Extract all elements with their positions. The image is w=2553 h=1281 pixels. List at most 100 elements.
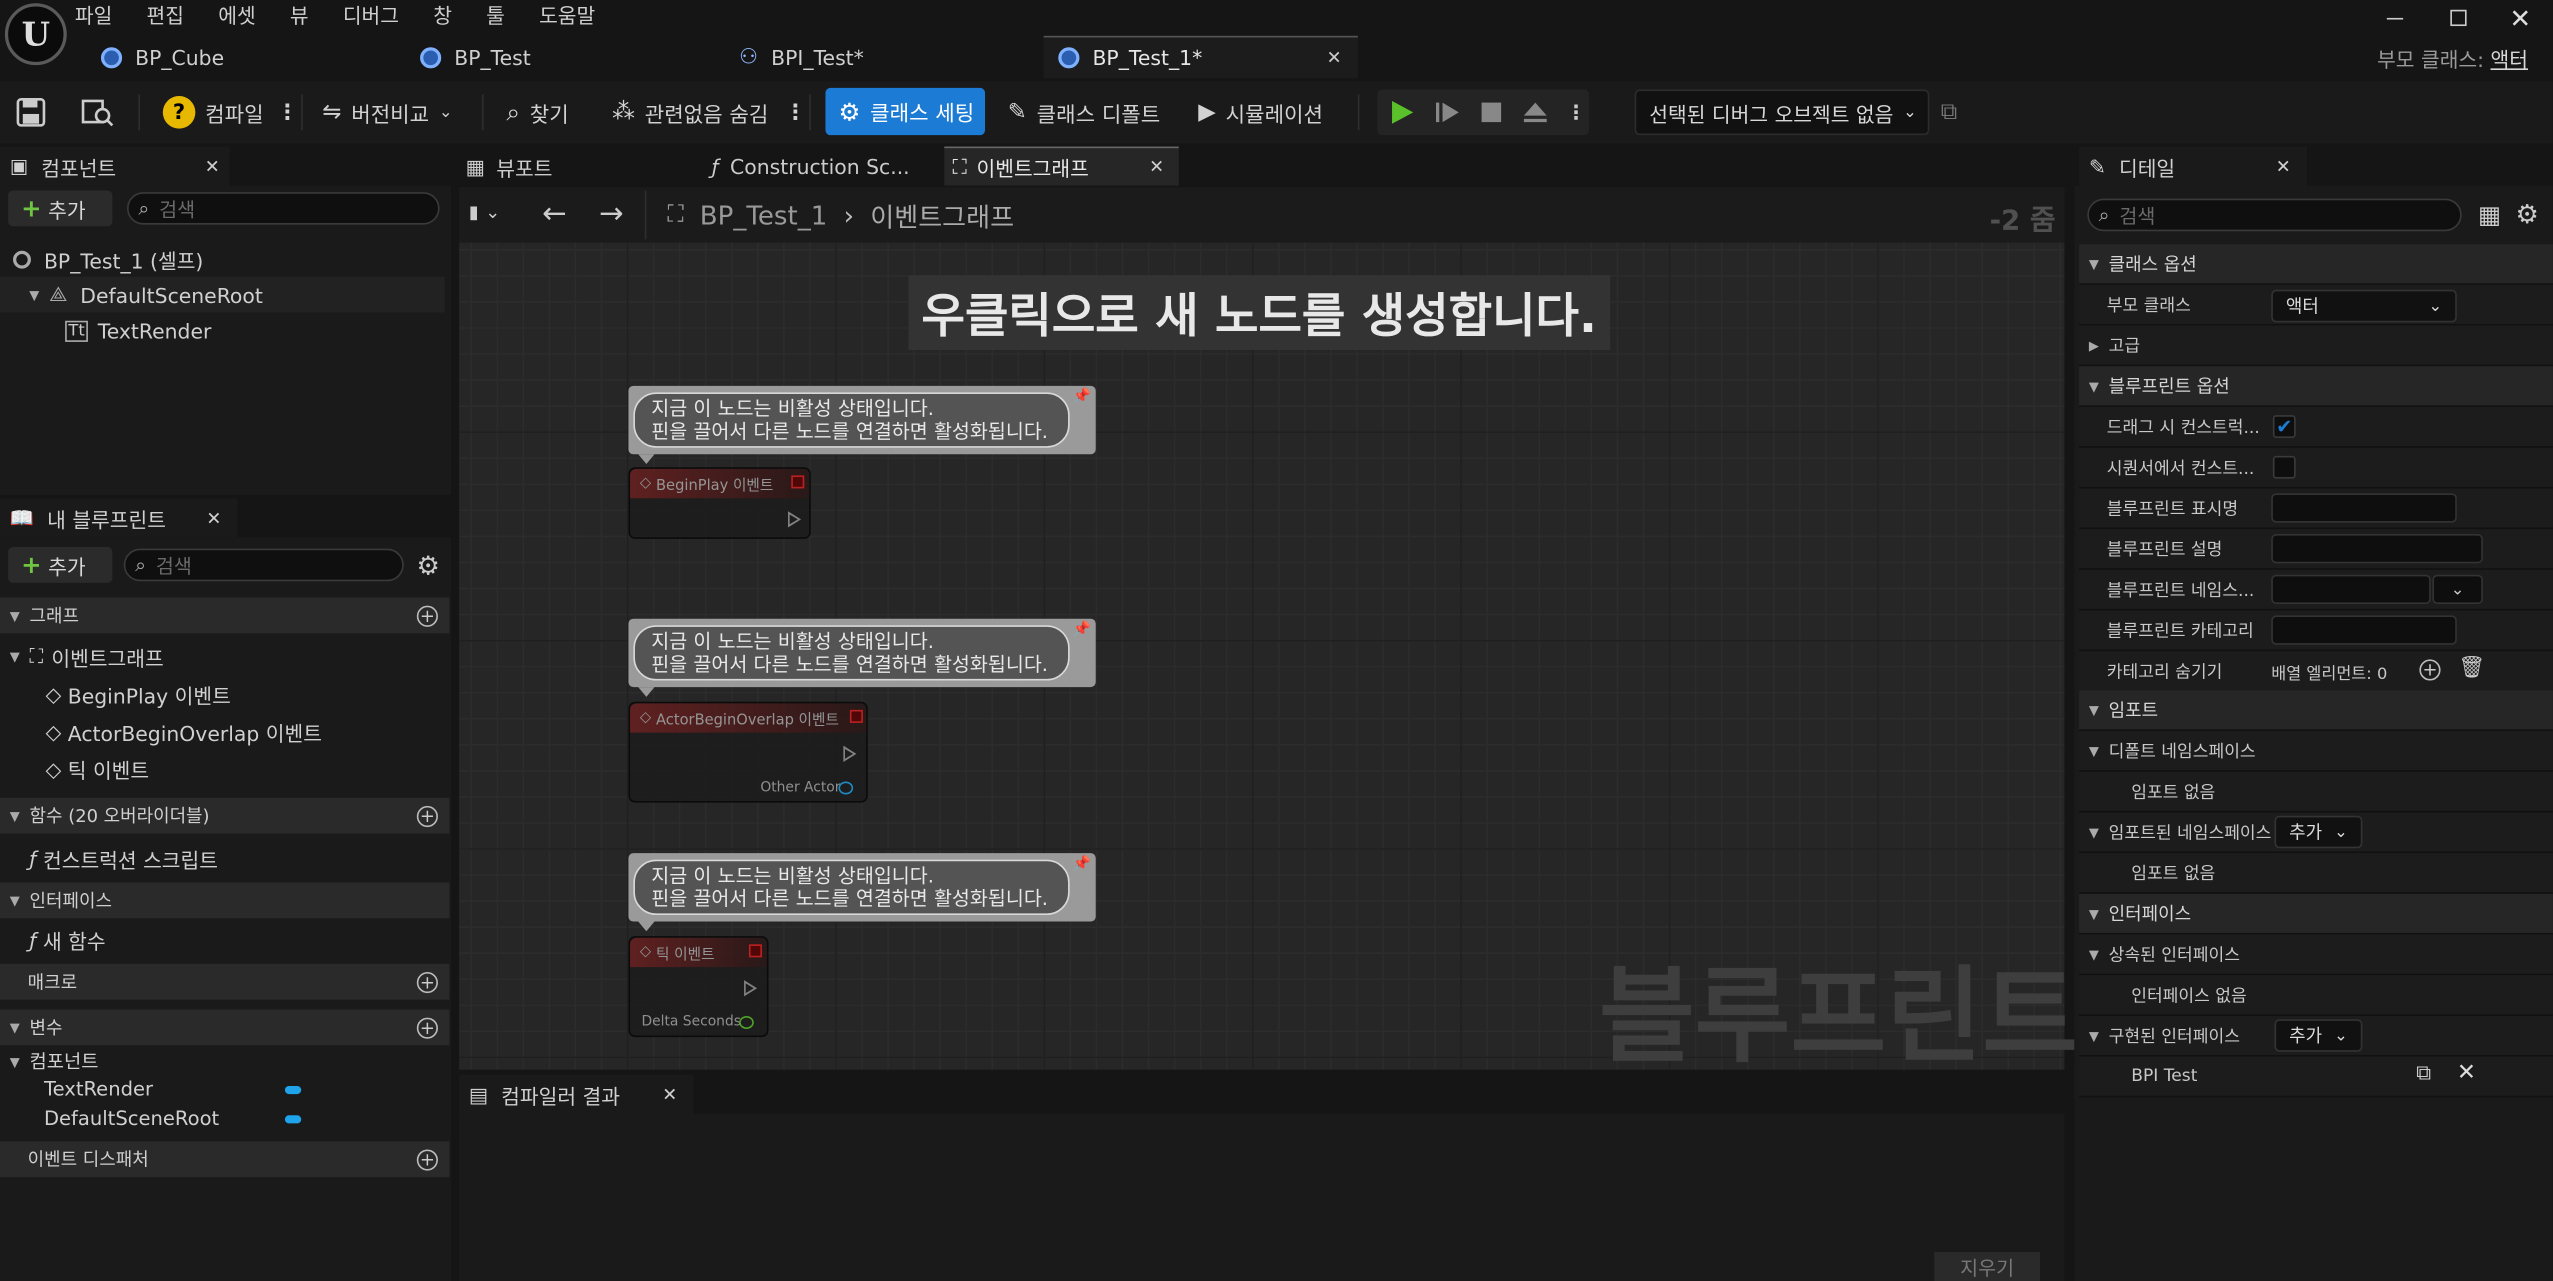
exec-out-pin[interactable] bbox=[788, 511, 802, 528]
section-interfaces[interactable]: ▼ 인터페이스 bbox=[0, 882, 450, 919]
browse-interface-icon[interactable]: ⧉ bbox=[2416, 1062, 2431, 1086]
variable-item-textrender[interactable]: TextRender bbox=[44, 1076, 153, 1102]
components-search-input[interactable]: ⌕ 검색 bbox=[126, 192, 440, 225]
unreal-logo-icon[interactable]: U bbox=[4, 3, 67, 66]
section-graphs[interactable]: ▼ 그래프 bbox=[0, 597, 450, 634]
close-panel-icon[interactable]: ✕ bbox=[662, 1084, 677, 1105]
add-graph-icon[interactable]: + bbox=[416, 605, 438, 627]
sequencer-construct-checkbox[interactable] bbox=[2272, 455, 2296, 479]
new-function-item[interactable]: ƒ 새 함수 bbox=[29, 925, 105, 954]
variable-category-components[interactable]: ▼ 컴포넌트 bbox=[10, 1049, 99, 1075]
parent-class-combo[interactable]: 액터 ⌄ bbox=[2271, 289, 2457, 323]
category-input[interactable] bbox=[2271, 615, 2457, 645]
close-panel-icon[interactable]: ✕ bbox=[2276, 155, 2291, 176]
section-functions[interactable]: ▼ 함수 (20 오버라이더블) bbox=[0, 797, 450, 834]
back-arrow-icon[interactable]: ← bbox=[542, 197, 567, 231]
browse-button[interactable] bbox=[81, 91, 114, 133]
menu-asset[interactable]: 에셋 bbox=[218, 0, 255, 28]
parent-class-link[interactable]: 액터 bbox=[2491, 42, 2528, 73]
bookmark-button[interactable]: ▮ ⌄ bbox=[469, 202, 500, 223]
remove-interface-icon[interactable]: ✕ bbox=[2457, 1060, 2476, 1086]
event-graph-item[interactable]: ▼ ⛶ 이벤트그래프 bbox=[10, 641, 164, 670]
namespace-input[interactable] bbox=[2271, 574, 2431, 605]
section-dispatchers[interactable]: 이벤트 디스패처 bbox=[0, 1141, 450, 1178]
drag-construct-checkbox[interactable]: ✔ bbox=[2272, 415, 2296, 438]
breadcrumb-blueprint[interactable]: BP_Test_1 bbox=[700, 199, 828, 230]
default-namespace-row[interactable]: ▼ 디폴트 네임스페이스 bbox=[2079, 731, 2553, 772]
delegate-pin[interactable] bbox=[748, 944, 762, 958]
compile-button[interactable]: ? 컴파일 bbox=[162, 91, 264, 133]
settings-gear-icon[interactable]: ⚙ bbox=[2515, 199, 2538, 230]
breadcrumb-graph[interactable]: 이벤트그래프 bbox=[870, 195, 1014, 234]
details-section-advanced[interactable]: ▶ 고급 bbox=[2079, 325, 2553, 367]
close-tab-icon[interactable]: ✕ bbox=[1149, 156, 1164, 177]
add-macro-icon[interactable]: + bbox=[416, 971, 438, 994]
section-macros[interactable]: 매크로 bbox=[0, 963, 450, 1000]
component-self[interactable]: BP_Test_1 (셀프) bbox=[13, 244, 203, 273]
class-settings-button[interactable]: ⚙ 클래스 세팅 bbox=[825, 87, 986, 136]
delegate-pin[interactable] bbox=[791, 475, 805, 489]
float-pin[interactable] bbox=[739, 1015, 754, 1029]
construction-script-item[interactable]: ƒ 컨스트럭션 스크립트 bbox=[29, 843, 218, 872]
event-node-beginplay[interactable]: ◇ BeginPlay 이벤트 bbox=[628, 467, 811, 539]
step-icon[interactable] bbox=[1433, 98, 1462, 127]
tab-viewport[interactable]: ▦ 뷰포트 bbox=[466, 150, 553, 183]
compile-options-button[interactable]: ⋮ bbox=[277, 91, 298, 133]
add-member-button[interactable]: + 추가 bbox=[8, 547, 113, 583]
menu-view[interactable]: 뷰 bbox=[290, 0, 309, 28]
namespace-dropdown[interactable]: ⌄ bbox=[2432, 574, 2483, 605]
pin-icon[interactable]: 📌 bbox=[1073, 622, 1091, 638]
add-dispatcher-icon[interactable]: + bbox=[416, 1149, 438, 1171]
save-button[interactable] bbox=[16, 91, 46, 133]
hide-unrelated-button[interactable]: ⁂ 관련없음 숨김 bbox=[612, 91, 768, 133]
exec-out-pin[interactable] bbox=[744, 980, 758, 997]
details-section-bp-options[interactable]: ▼ 블루프린트 옵션 bbox=[2079, 366, 2553, 408]
component-text-render[interactable]: Tt TextRender bbox=[65, 316, 211, 345]
close-panel-icon[interactable]: ✕ bbox=[205, 155, 220, 176]
tab-bp-test-1[interactable]: BP_Test_1* ✕ bbox=[1043, 35, 1358, 79]
tab-bp-test[interactable]: BP_Test bbox=[420, 39, 531, 75]
menu-edit[interactable]: 편집 bbox=[147, 0, 184, 28]
debug-find-button[interactable]: ⧉ bbox=[1941, 91, 1957, 133]
find-button[interactable]: ⌕ 찾기 bbox=[506, 91, 568, 133]
close-panel-icon[interactable]: ✕ bbox=[206, 507, 221, 528]
tab-construction-script[interactable]: ƒ Construction Sc... bbox=[711, 150, 909, 183]
expand-arrow-icon[interactable]: ▼ bbox=[29, 287, 39, 302]
debug-object-dropdown[interactable]: 선택된 디버그 오브젝트 없음 ⌄ bbox=[1634, 89, 1930, 136]
add-import-button[interactable]: 추가 ⌄ bbox=[2274, 815, 2363, 849]
add-interface-button[interactable]: 추가 ⌄ bbox=[2274, 1019, 2363, 1052]
class-defaults-button[interactable]: ✎ 클래스 디폴트 bbox=[1008, 91, 1160, 133]
details-section-class-options[interactable]: ▼ 클래스 옵션 bbox=[2079, 244, 2553, 285]
display-name-input[interactable] bbox=[2271, 493, 2457, 523]
forward-arrow-icon[interactable]: → bbox=[599, 197, 624, 231]
minimize-icon[interactable] bbox=[2386, 17, 2404, 20]
details-section-imports[interactable]: ▼ 임포트 bbox=[2079, 690, 2553, 732]
event-node-actorbeginoverlap[interactable]: ◇ ActorBeginOverlap 이벤트 Other Actor bbox=[628, 701, 868, 803]
tab-bp-cube[interactable]: BP_Cube bbox=[100, 39, 224, 75]
inherited-interfaces-row[interactable]: ▼ 상속된 인터페이스 bbox=[2079, 934, 2553, 976]
clear-button[interactable]: 지우기 bbox=[1934, 1252, 2041, 1281]
settings-gear-icon[interactable]: ⚙ bbox=[414, 549, 443, 582]
close-tab-icon[interactable]: ✕ bbox=[1327, 47, 1342, 68]
find-options-button[interactable]: ⋮ bbox=[785, 91, 806, 133]
menu-tools[interactable]: 툴 bbox=[486, 0, 505, 28]
tab-event-graph[interactable]: ⛶ 이벤트그래프 ✕ bbox=[944, 146, 1179, 186]
menu-file[interactable]: 파일 bbox=[75, 0, 112, 28]
add-component-button[interactable]: + 추가 bbox=[8, 190, 113, 227]
diff-button[interactable]: ⇋ 버전비교 ⌄ bbox=[322, 91, 452, 133]
event-item-actorbeginoverlap[interactable]: ◇ ActorBeginOverlap 이벤트 bbox=[46, 716, 322, 745]
trash-icon[interactable]: 🗑 bbox=[2458, 656, 2485, 680]
description-input[interactable] bbox=[2271, 534, 2483, 564]
close-window-icon[interactable]: ✕ bbox=[2507, 2, 2533, 33]
play-options-button[interactable]: ⋮ bbox=[1566, 101, 1586, 124]
my-blueprint-search-input[interactable]: ⌕ 검색 bbox=[123, 548, 404, 582]
menu-help[interactable]: 도움말 bbox=[539, 0, 595, 28]
event-item-tick[interactable]: ◇ 틱 이벤트 bbox=[46, 754, 150, 783]
component-default-scene-root[interactable]: ▼ ⟁ DefaultSceneRoot bbox=[29, 280, 263, 309]
event-item-beginplay[interactable]: ◇ BeginPlay 이벤트 bbox=[46, 679, 231, 708]
add-element-icon[interactable]: + bbox=[2419, 659, 2441, 681]
play-icon[interactable] bbox=[1387, 98, 1416, 127]
restore-icon[interactable] bbox=[2450, 9, 2467, 27]
tab-bpi-test[interactable]: ⚇ BPI_Test* bbox=[739, 39, 864, 75]
details-section-interfaces[interactable]: ▼ 인터페이스 bbox=[2079, 893, 2553, 935]
